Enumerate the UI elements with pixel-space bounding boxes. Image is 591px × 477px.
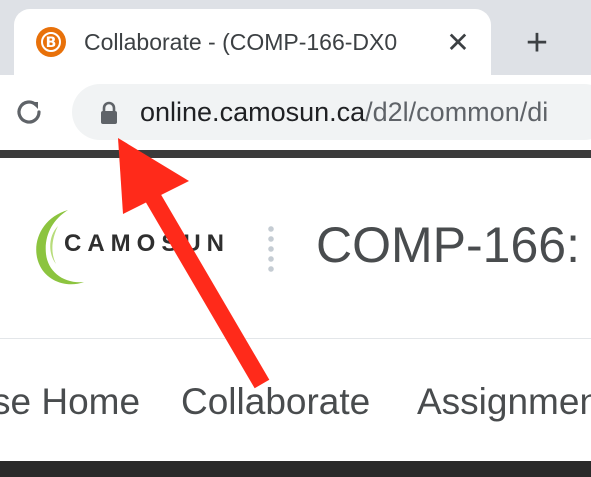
favicon-letter: B — [46, 35, 57, 51]
nav-item-course-home[interactable]: se Home — [0, 381, 140, 423]
header-divider — [268, 224, 274, 276]
browser-tab-strip: B Collaborate - (COMP-166-DX0 ✕ + — [0, 0, 591, 77]
url-path: /d2l/common/di — [365, 97, 549, 127]
site-top-bar — [0, 150, 591, 158]
address-bar[interactable]: online.camosun.ca/d2l/common/di — [72, 84, 591, 140]
course-title: COMP-166: — [316, 217, 580, 273]
brightspace-b-icon: B — [36, 27, 66, 57]
site-header: CAMOSUN COMP-166: — [0, 158, 591, 338]
lock-icon[interactable] — [98, 100, 120, 126]
browser-toolbar: online.camosun.ca/d2l/common/di — [0, 75, 591, 149]
reload-icon[interactable] — [12, 95, 46, 129]
camosun-logo-text[interactable]: CAMOSUN — [64, 230, 230, 258]
nav-item-assignments[interactable]: Assignmen — [417, 381, 591, 423]
bottom-bar — [0, 461, 591, 477]
course-nav: se Home Collaborate Assignmen — [0, 339, 591, 461]
nav-item-collaborate[interactable]: Collaborate — [181, 381, 370, 423]
close-tab-icon[interactable]: ✕ — [442, 27, 474, 59]
url-text[interactable]: online.camosun.ca/d2l/common/di — [140, 93, 548, 131]
url-domain: online.camosun.ca — [140, 97, 366, 127]
favicon-glyph: B — [41, 32, 61, 52]
new-tab-button[interactable]: + — [516, 23, 558, 65]
browser-tab[interactable]: B Collaborate - (COMP-166-DX0 ✕ — [14, 9, 491, 77]
tab-title: Collaborate - (COMP-166-DX0 — [84, 29, 398, 55]
